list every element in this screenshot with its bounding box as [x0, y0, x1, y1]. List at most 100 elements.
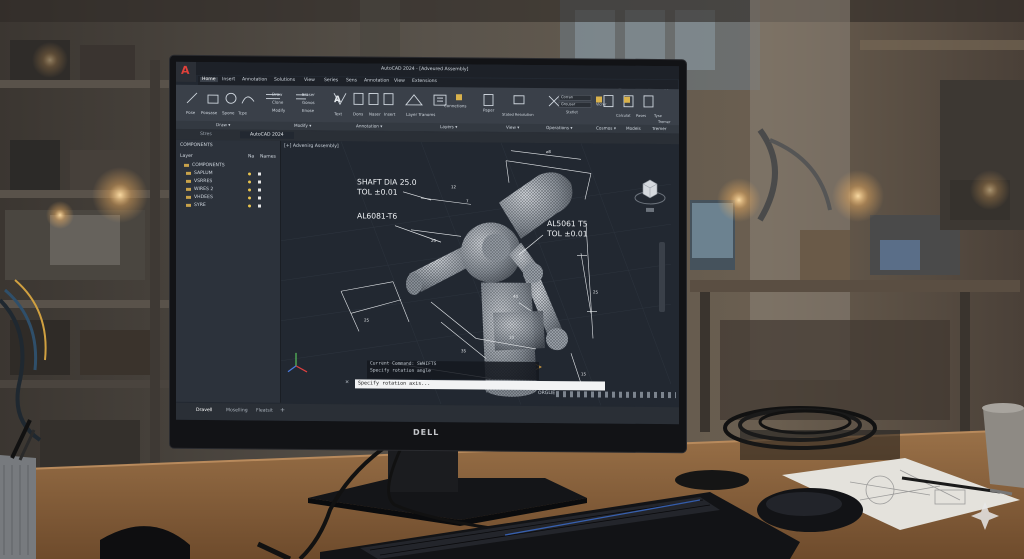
- panel-tremer[interactable]: Tremer: [652, 126, 667, 131]
- lightbulb-icon: [248, 196, 251, 200]
- tab-sens[interactable]: Sens: [346, 78, 357, 83]
- tool-enose[interactable]: Enose: [302, 108, 314, 113]
- layer-name: COMPONENTS: [192, 162, 225, 169]
- tab-annotation[interactable]: Annotation: [242, 77, 267, 82]
- tool-draw[interactable]: Draw: [272, 92, 282, 97]
- layer-name: SAPLUM: [194, 170, 213, 177]
- tool-stated-resolution[interactable]: Stated Resolution: [502, 113, 534, 117]
- tool-connetions[interactable]: Connetions: [444, 103, 467, 108]
- layer-palette: COMPONENTS Layer Na Names COMPONENTS SAP…: [176, 139, 281, 403]
- command-close-icon[interactable]: ×: [345, 379, 349, 385]
- tool-text[interactable]: Text: [334, 111, 342, 116]
- folder-icon: [186, 171, 191, 175]
- color-swatch-icon: [258, 196, 261, 200]
- tool-layer-tranoms[interactable]: Layer Tranoms: [406, 112, 435, 117]
- svg-text:12: 12: [451, 184, 457, 189]
- tab-insert[interactable]: Insert: [222, 77, 235, 82]
- ribbon: A Pose Poosase Spone Tcpe Draw Clone Mod…: [176, 84, 679, 135]
- add-layout-icon[interactable]: +: [280, 407, 285, 414]
- tool-paper[interactable]: Paper: [483, 107, 494, 112]
- layer-name: SYRE: [194, 202, 206, 209]
- annotation-shaft: SHAFT DIA 25.0: [357, 177, 417, 187]
- tab-view-2[interactable]: View: [394, 79, 405, 84]
- panel-cosmos[interactable]: Cosmos ▾: [596, 125, 616, 130]
- panel-modify[interactable]: Modify ▾: [294, 123, 311, 128]
- command-history: Current Command: SWHIFTS Specify rotatio…: [367, 360, 539, 380]
- navigation-bar[interactable]: [659, 242, 665, 313]
- layer-name: VHDEES: [194, 194, 213, 201]
- folder-icon: [186, 203, 191, 207]
- tool-pose[interactable]: Pose: [186, 110, 195, 115]
- svg-text:35: 35: [461, 348, 467, 353]
- palette-list: COMPONENTS SAPLUM VSRRES WIRES 2 VHDEES …: [178, 162, 276, 223]
- tool-grousar[interactable]: Grousar: [561, 102, 575, 106]
- tool-dons[interactable]: Dons: [353, 111, 363, 116]
- viewcube[interactable]: [633, 174, 667, 214]
- panel-operations[interactable]: Operations ▾: [546, 125, 572, 130]
- palette-col-na: Na: [248, 154, 255, 160]
- window-title: AutoCAD 2024 - [Adveured Assembly]: [381, 66, 469, 73]
- palette-col-names: Names: [260, 154, 276, 160]
- autocad-logo-letter: A: [181, 63, 190, 77]
- tab-annotation-2[interactable]: Annotation: [364, 78, 389, 83]
- panel-layers[interactable]: Layers ▾: [440, 124, 457, 129]
- tool-stetlet[interactable]: Stetlet: [566, 110, 578, 114]
- layer-name: VSRRES: [194, 178, 213, 185]
- tab-series[interactable]: Series: [324, 78, 338, 83]
- annotation-material-right: AL5061 T5: [547, 219, 588, 229]
- svg-text:25: 25: [593, 289, 599, 294]
- tool-vicrer[interactable]: Vicrer: [596, 102, 606, 106]
- tool-calculat[interactable]: Calculat: [616, 114, 631, 118]
- tool-tyse[interactable]: Tyse: [654, 114, 662, 118]
- tool-corran[interactable]: Corran: [561, 95, 573, 99]
- palette-title: COMPONENTS: [180, 142, 213, 149]
- layer-name: WIRES 2: [194, 186, 214, 193]
- palette-header: Layer: [180, 153, 193, 159]
- tool-tremer[interactable]: Tremer: [658, 120, 670, 124]
- tool-gonos[interactable]: Gonos: [302, 100, 315, 105]
- tool-tcpe[interactable]: Tcpe: [238, 110, 247, 115]
- tab-solutions[interactable]: Solutions: [274, 78, 295, 83]
- monitor-brand: DELL: [413, 427, 440, 438]
- autocad-logo[interactable]: A: [176, 61, 196, 82]
- tab-home[interactable]: Home: [200, 77, 218, 83]
- status-text[interactable]: ORGLIE: [538, 391, 555, 396]
- lightbulb-icon: [248, 172, 251, 176]
- annotation-tol-right: TOL ±0.01: [547, 229, 588, 239]
- tab-view[interactable]: View: [304, 78, 315, 83]
- tool-poosase[interactable]: Poosase: [201, 110, 217, 115]
- layout-tab-moselling[interactable]: Moselling: [226, 408, 248, 413]
- layer-row[interactable]: SYRE: [178, 202, 276, 211]
- doc-tab-stres[interactable]: Stres: [200, 132, 212, 137]
- panel-view[interactable]: View ▾: [506, 125, 519, 130]
- svg-text:7: 7: [466, 198, 469, 203]
- panel-draw[interactable]: Draw ▾: [216, 122, 230, 127]
- folder-icon: [186, 195, 191, 199]
- folder-icon: [186, 187, 191, 191]
- tool-naser[interactable]: Naser: [369, 111, 381, 116]
- tool-spone[interactable]: Spone: [222, 110, 235, 115]
- command-prompt: Specify rotation axis...: [358, 380, 431, 388]
- drawing-viewport[interactable]: [+] Advenirg Assembly] ⌀8 12 20 25 35 10…: [281, 140, 671, 407]
- status-icons[interactable]: [556, 391, 676, 399]
- command-history-line-1: Current Command: SWHIFTS: [370, 361, 437, 368]
- panel-models[interactable]: Models: [626, 126, 641, 131]
- svg-text:25: 25: [364, 317, 370, 322]
- tool-insert[interactable]: Insert: [384, 112, 395, 117]
- layout-tab-fleatsit[interactable]: Fleatsit: [256, 408, 273, 413]
- svg-text:40: 40: [513, 294, 519, 299]
- color-swatch-icon: [258, 188, 261, 192]
- tool-eraser[interactable]: Eraser: [302, 92, 315, 97]
- doc-tab-autocad[interactable]: AutoCAD 2024: [240, 131, 294, 139]
- layout-tab-model[interactable]: Dravell: [196, 408, 212, 413]
- svg-text:A: A: [334, 95, 341, 105]
- monitor: A AutoCAD 2024 - [Adveured Assembly] Typ…: [170, 55, 686, 453]
- tool-pases[interactable]: Pases: [636, 114, 646, 118]
- folder-icon: [186, 179, 191, 183]
- tool-clone[interactable]: Clone: [272, 100, 283, 105]
- svg-text:⌀8: ⌀8: [546, 149, 551, 154]
- panel-annotation[interactable]: Annotation ▾: [356, 123, 382, 128]
- tab-extensions[interactable]: Extensions: [412, 79, 437, 84]
- lightbulb-icon: [248, 204, 251, 208]
- tool-modify[interactable]: Modify: [272, 108, 285, 113]
